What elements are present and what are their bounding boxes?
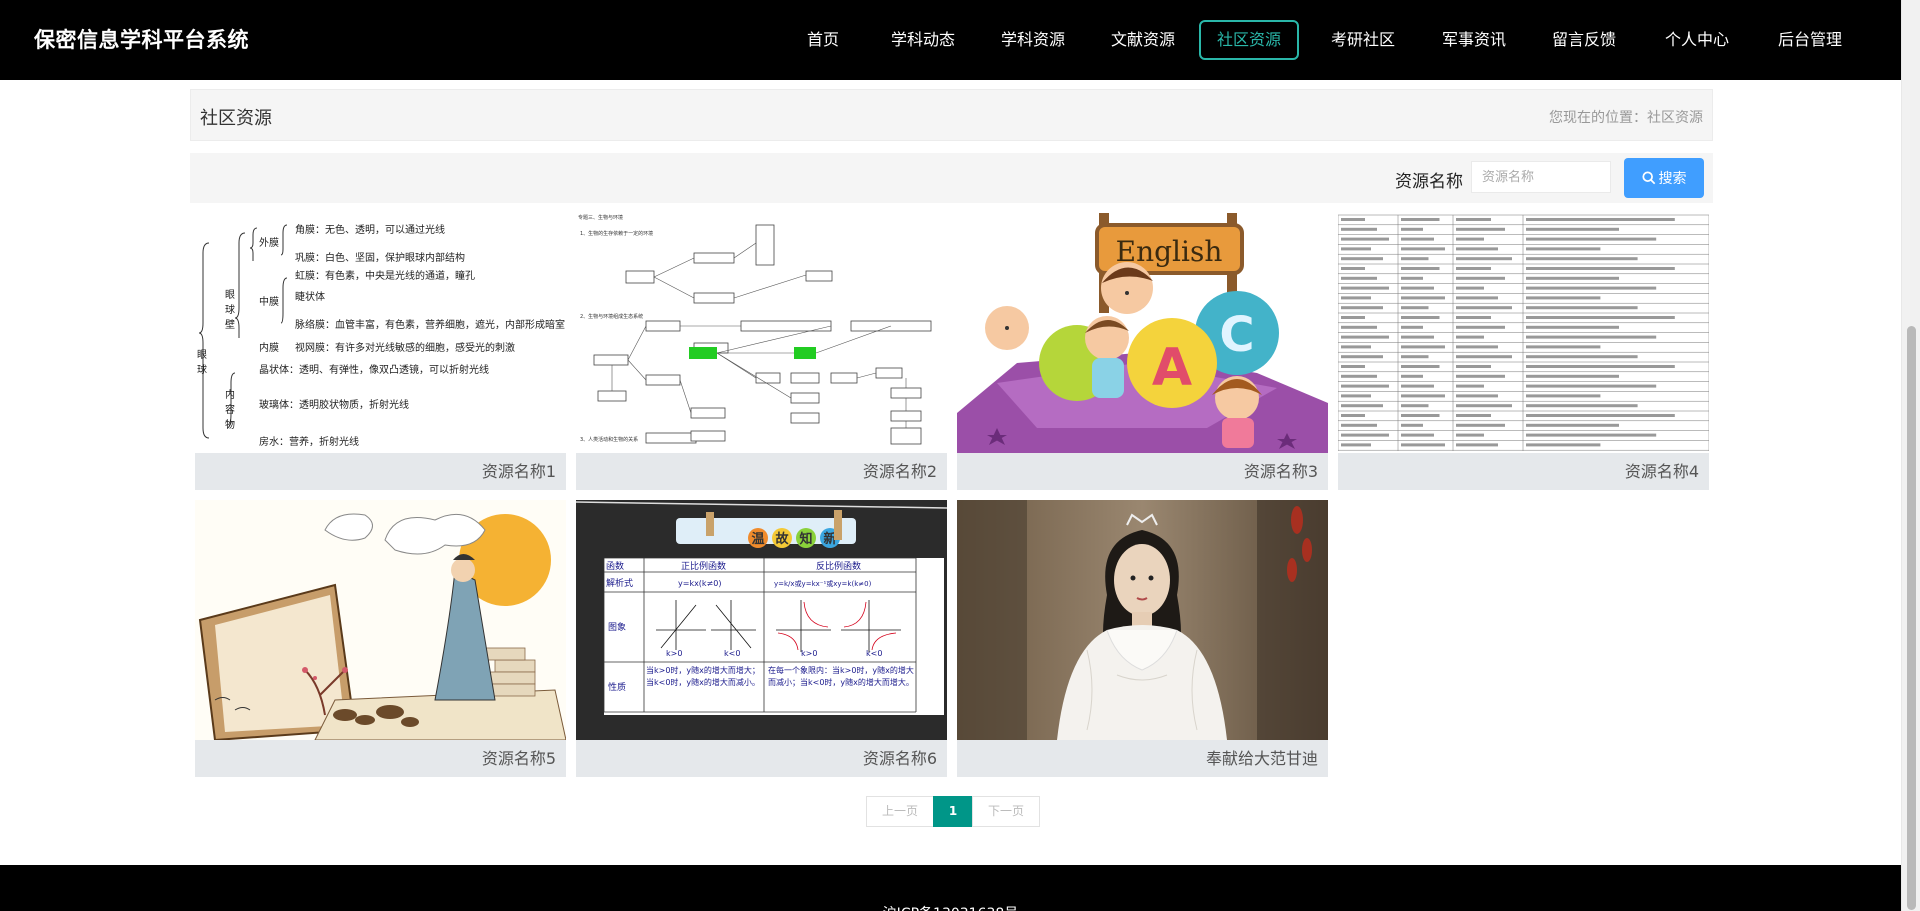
svg-text:球: 球 [225, 303, 235, 316]
svg-text:眼: 眼 [197, 349, 207, 361]
resource-thumbnail[interactable] [195, 500, 566, 740]
page-footer: 沪ICP备13031638号 [0, 865, 1901, 911]
resource-card[interactable]: 资源名称4 [1338, 213, 1709, 490]
k-label: k>0 [666, 649, 682, 658]
search-button[interactable]: 搜索 [1624, 158, 1704, 198]
resource-name[interactable]: 资源名称2 [576, 453, 947, 490]
nav-subject-news[interactable]: 学科动态 [878, 20, 968, 60]
resource-thumbnail[interactable] [957, 500, 1328, 740]
search-button-label: 搜索 [1658, 171, 1687, 187]
scrollbar-thumb[interactable] [1907, 326, 1916, 910]
svg-text:玻璃体：透明胶状物质，折射光线: 玻璃体：透明胶状物质，折射光线 [259, 398, 409, 411]
resource-card[interactable]: 温 故 知 新 函数 正比例函数 反比例函数 解析式 图象 性质 y=kx(k≠… [576, 500, 947, 777]
svg-text:晶状体：透明、有弹性，像双凸透镜，可以折射光线: 晶状体：透明、有弹性，像双凸透镜，可以折射光线 [259, 363, 489, 376]
svg-text:内膜: 内膜 [259, 341, 279, 354]
svg-text:巩膜：白色、坚固，保护眼球内部结构: 巩膜：白色、坚固，保护眼球内部结构 [295, 251, 465, 264]
svg-text:容: 容 [225, 403, 235, 416]
k-label: k>0 [801, 649, 817, 658]
nav-admin[interactable]: 后台管理 [1765, 20, 1855, 60]
resource-card[interactable]: 角膜：无色、透明，可以通过光线 巩膜：白色、坚固，保护眼球内部结构 外膜 虹膜：… [195, 213, 566, 490]
page-title: 社区资源 [200, 108, 272, 129]
svg-text:C: C [1219, 307, 1254, 363]
svg-text:3、人类活动和生物的关系: 3、人类活动和生物的关系 [580, 436, 638, 443]
property-text: 在每一个象限内：当k>0时，y随x的增大而减小；当k<0时，y随x的增大而增大。 [768, 666, 914, 687]
svg-text:外膜: 外膜 [259, 237, 279, 249]
nav-feedback[interactable]: 留言反馈 [1539, 20, 1629, 60]
svg-text:球: 球 [197, 363, 207, 376]
svg-text:睫状体: 睫状体 [295, 290, 325, 303]
resource-card[interactable]: 资源名称5 [195, 500, 566, 777]
resource-name[interactable]: 资源名称4 [1338, 453, 1709, 490]
resource-name[interactable]: 资源名称5 [195, 740, 566, 777]
page-number-current[interactable]: 1 [933, 796, 973, 827]
svg-text:1、生物的生存依赖于一定的环境: 1、生物的生存依赖于一定的环境 [580, 230, 653, 237]
search-input[interactable] [1471, 161, 1611, 193]
search-icon [1641, 171, 1656, 187]
nav-literature[interactable]: 文献资源 [1098, 20, 1188, 60]
nav-community-resources[interactable]: 社区资源 [1199, 20, 1299, 60]
icp-record: 沪ICP备13031638号 [0, 903, 1901, 911]
table-row-label: 解析式 [606, 577, 633, 589]
table-header: 反比例函数 [816, 560, 861, 572]
top-navbar: 保密信息学科平台系统 首页 学科动态 学科资源 文献资源 社区资源 考研社区 军… [0, 0, 1901, 80]
search-label: 资源名称 [1395, 172, 1463, 192]
resource-card[interactable]: English C A 资源名称3 [957, 213, 1328, 490]
table-header: 函数 [606, 560, 624, 572]
resource-name[interactable]: 资源名称6 [576, 740, 947, 777]
svg-text:A: A [1152, 338, 1192, 398]
site-brand[interactable]: 保密信息学科平台系统 [34, 24, 249, 54]
svg-text:视网膜：有许多对光线敏感的细胞，感受光的刺激: 视网膜：有许多对光线敏感的细胞，感受光的刺激 [295, 341, 515, 354]
svg-text:壁: 壁 [225, 318, 235, 331]
banner-char: 故 [775, 531, 789, 547]
svg-text:眼: 眼 [225, 289, 235, 301]
formula: y=kx(k≠0) [678, 579, 721, 588]
next-page-button[interactable]: 下一页 [972, 796, 1040, 827]
resource-thumbnail[interactable] [1338, 213, 1709, 453]
svg-text:内: 内 [225, 388, 235, 401]
resource-thumbnail[interactable]: English C A [957, 213, 1328, 453]
svg-text:物: 物 [225, 418, 235, 431]
resource-card[interactable]: 奉献给大范甘迪 [957, 500, 1328, 777]
resource-name[interactable]: 资源名称1 [195, 453, 566, 490]
nav-personal-center[interactable]: 个人中心 [1652, 20, 1742, 60]
formula: y=k/x或y=kx⁻¹或xy=k(k≠0) [774, 579, 872, 588]
svg-text:中膜: 中膜 [259, 295, 279, 308]
nav-home[interactable]: 首页 [789, 20, 857, 60]
resource-name[interactable]: 资源名称3 [957, 453, 1328, 490]
svg-text:专题三、生物与环境: 专题三、生物与环境 [578, 214, 623, 221]
svg-text:脉络膜：血管丰富，有色素，营养细胞，遮光，内部形成暗室: 脉络膜：血管丰富，有色素，营养细胞，遮光，内部形成暗室 [295, 318, 565, 331]
svg-text:2、生物与环境组成生态系统: 2、生物与环境组成生态系统 [580, 313, 643, 320]
resource-thumbnail[interactable]: 专题三、生物与环境 1、生物的生存依赖于一定的环境 2、生物与环境组成生态系统 … [576, 213, 947, 453]
svg-text:角膜：无色、透明，可以通过光线: 角膜：无色、透明，可以通过光线 [295, 223, 445, 236]
banner-char: 温 [751, 532, 764, 547]
main-container: 社区资源 您现在的位置：社区资源 资源名称 搜索 [190, 89, 1713, 777]
page-header: 社区资源 您现在的位置：社区资源 [190, 89, 1713, 141]
resource-thumbnail[interactable]: 角膜：无色、透明，可以通过光线 巩膜：白色、坚固，保护眼球内部结构 外膜 虹膜：… [195, 213, 566, 453]
page-scrollbar[interactable] [1901, 0, 1920, 911]
breadcrumb: 您现在的位置：社区资源 [1549, 110, 1703, 126]
nav-military-news[interactable]: 军事资讯 [1429, 20, 1519, 60]
resource-card[interactable]: 专题三、生物与环境 1、生物的生存依赖于一定的环境 2、生物与环境组成生态系统 … [576, 213, 947, 490]
prev-page-button[interactable]: 上一页 [866, 796, 934, 827]
table-row-label: 性质 [608, 681, 626, 693]
table-header: 正比例函数 [681, 560, 726, 572]
nav-exam-community[interactable]: 考研社区 [1318, 20, 1408, 60]
resource-name[interactable]: 奉献给大范甘迪 [957, 740, 1328, 777]
property-text: 当k>0时，y随x的增大而增大；当k<0时，y随x的增大而减小。 [646, 666, 760, 687]
k-label: k<0 [724, 649, 740, 658]
resource-thumbnail[interactable]: 温 故 知 新 函数 正比例函数 反比例函数 解析式 图象 性质 y=kx(k≠… [576, 500, 947, 740]
search-bar: 资源名称 搜索 [190, 153, 1713, 203]
banner-char: 知 [799, 531, 812, 547]
k-label: k<0 [866, 649, 882, 658]
table-row-label: 图象 [608, 621, 626, 633]
nav-subject-resources[interactable]: 学科资源 [988, 20, 1078, 60]
svg-text:虹膜：有色素，中央是光线的通道，瞳孔: 虹膜：有色素，中央是光线的通道，瞳孔 [295, 269, 475, 282]
svg-text:房水：营养，折射光线: 房水：营养，折射光线 [259, 435, 359, 448]
